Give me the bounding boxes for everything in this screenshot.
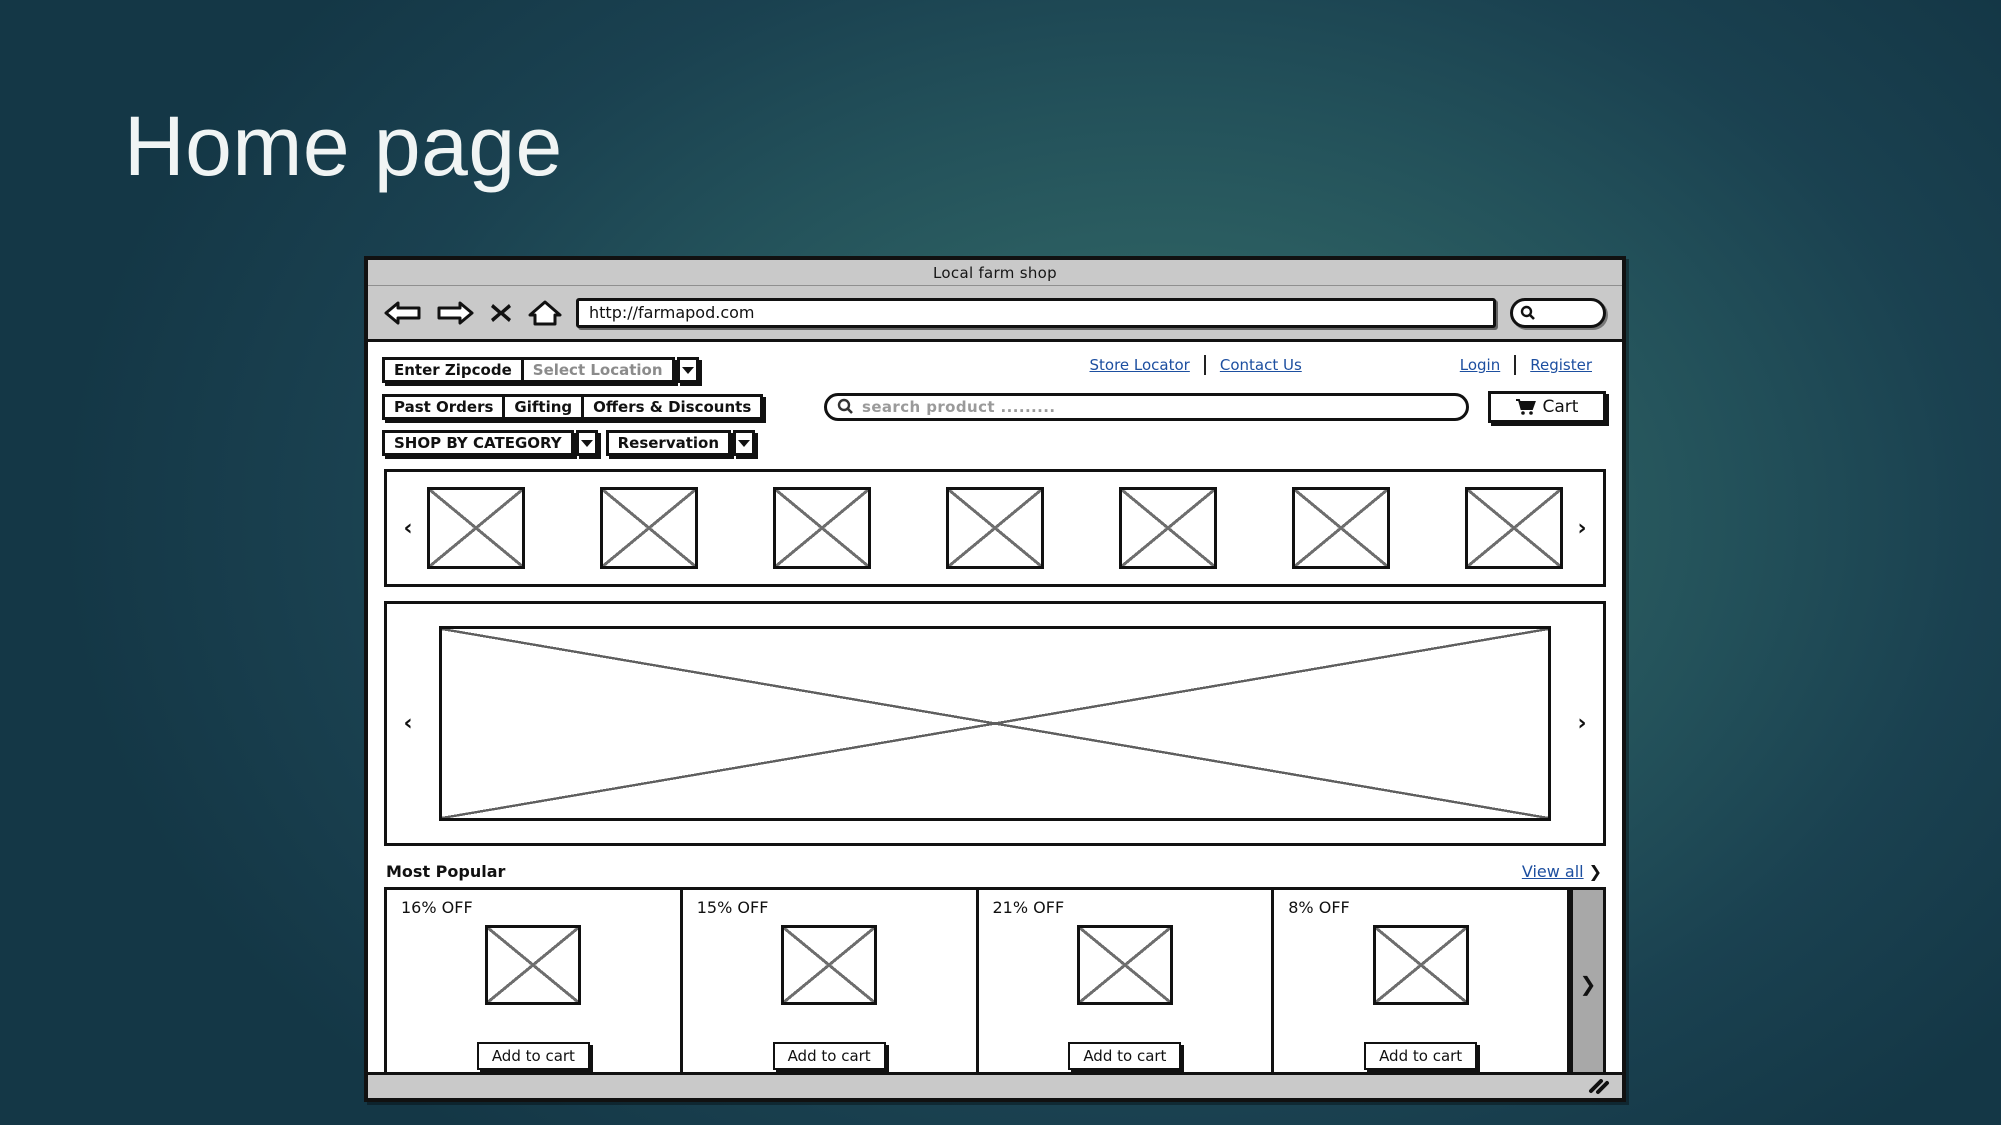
thumbnail-track: [421, 487, 1569, 569]
search-input[interactable]: search product .........: [824, 392, 1469, 421]
url-address-bar[interactable]: http://farmapod.com: [576, 297, 1496, 328]
product-card[interactable]: 21% OFF Add to cart: [979, 890, 1275, 1072]
thumbnail-carousel: ‹ ›: [384, 469, 1606, 587]
webpage-viewport: Enter Zipcode Select Location Store Loca…: [368, 345, 1622, 1072]
past-orders-button[interactable]: Past Orders: [382, 393, 506, 420]
primary-nav-bar: Past Orders Gifting Offers & Discounts s…: [376, 385, 1614, 423]
browser-toolbar: http://farmapod.com: [368, 286, 1622, 342]
zipcode-group: Enter Zipcode Select Location: [382, 357, 699, 383]
discount-badge: 21% OFF: [992, 898, 1065, 917]
url-text: http://farmapod.com: [589, 303, 755, 322]
link-login[interactable]: Login: [1446, 356, 1514, 374]
enter-zipcode-button[interactable]: Enter Zipcode: [382, 357, 524, 383]
discount-badge: 16% OFF: [401, 898, 473, 917]
hero-prev-button[interactable]: ‹: [395, 711, 421, 736]
select-location-chevron-down-icon[interactable]: [676, 357, 699, 383]
most-popular-product-strip: 16% OFF Add to cart 15% OFF Add to cart …: [384, 887, 1606, 1072]
browser-window-mockup: Local farm shop http://farmapod.com Ente…: [364, 256, 1626, 1102]
link-register[interactable]: Register: [1516, 356, 1606, 374]
select-location-field[interactable]: Select Location: [520, 357, 675, 383]
carousel-thumbnail[interactable]: [946, 487, 1044, 569]
carousel-prev-button[interactable]: ‹: [395, 516, 421, 541]
forward-arrow-icon[interactable]: [436, 300, 474, 326]
add-to-cart-button[interactable]: Add to cart: [1364, 1042, 1478, 1070]
carousel-thumbnail[interactable]: [427, 487, 525, 569]
carousel-thumbnail[interactable]: [1465, 487, 1563, 569]
hero-banner-carousel: ‹ ›: [384, 601, 1606, 846]
product-card[interactable]: 15% OFF Add to cart: [683, 890, 979, 1072]
add-to-cart-button[interactable]: Add to cart: [772, 1042, 886, 1070]
hero-next-button[interactable]: ›: [1569, 711, 1595, 736]
shopping-cart-icon: [1515, 398, 1536, 415]
discount-badge: 8% OFF: [1288, 898, 1350, 917]
reservation-chevron-down-icon[interactable]: [733, 430, 756, 456]
product-image-placeholder[interactable]: [781, 925, 878, 1005]
reservation-button[interactable]: Reservation: [605, 430, 732, 456]
add-to-cart-button[interactable]: Add to cart: [1068, 1042, 1182, 1070]
account-links: Store Locator Contact Us Login Register: [1075, 355, 1606, 375]
most-popular-title: Most Popular: [386, 862, 506, 881]
link-contact-us[interactable]: Contact Us: [1206, 356, 1316, 374]
browser-search-box[interactable]: [1510, 297, 1606, 328]
gifting-button[interactable]: Gifting: [502, 393, 585, 420]
add-to-cart-button[interactable]: Add to cart: [476, 1042, 590, 1070]
view-all-label: View all: [1521, 862, 1584, 881]
close-x-icon[interactable]: [488, 300, 514, 326]
cart-button[interactable]: Cart: [1488, 390, 1606, 423]
discount-badge: 15% OFF: [696, 898, 769, 917]
view-all-link[interactable]: View all ❯: [1522, 862, 1602, 881]
carousel-thumbnail[interactable]: [1292, 487, 1390, 569]
cart-label: Cart: [1542, 396, 1579, 417]
carousel-thumbnail[interactable]: [600, 487, 698, 569]
most-popular-header: Most Popular View all ❯: [386, 862, 1602, 881]
product-card[interactable]: 16% OFF Add to cart: [384, 890, 683, 1072]
resize-grip-icon[interactable]: [1588, 1078, 1612, 1095]
browser-status-bar: [368, 1072, 1622, 1098]
product-card[interactable]: 8% OFF Add to cart: [1274, 890, 1570, 1072]
search-icon: [837, 398, 853, 414]
browser-title-bar: Local farm shop: [368, 260, 1622, 286]
offers-discounts-button[interactable]: Offers & Discounts: [581, 393, 764, 420]
home-icon[interactable]: [528, 299, 562, 327]
browser-window-title: Local farm shop: [933, 263, 1057, 282]
chevron-right-icon: ❯: [1588, 862, 1602, 881]
hero-image-placeholder[interactable]: [439, 626, 1551, 821]
product-image-placeholder[interactable]: [1372, 925, 1469, 1005]
carousel-thumbnail[interactable]: [773, 487, 871, 569]
utility-bar: Enter Zipcode Select Location Store Loca…: [376, 351, 1614, 385]
slide-title: Home page: [124, 99, 563, 193]
carousel-thumbnail[interactable]: [1119, 487, 1217, 569]
product-image-placeholder[interactable]: [1076, 925, 1173, 1005]
most-popular-next-button[interactable]: ❯: [1570, 890, 1606, 1072]
category-bar: SHOP BY CATEGORY Reservation: [376, 421, 1614, 457]
shop-by-category-button[interactable]: SHOP BY CATEGORY: [382, 430, 574, 456]
shop-by-category-chevron-down-icon[interactable]: [575, 430, 598, 456]
quick-links-group: Past Orders Gifting Offers & Discounts: [382, 393, 764, 420]
product-image-placeholder[interactable]: [485, 925, 582, 1005]
search-icon: [1520, 305, 1535, 320]
carousel-next-button[interactable]: ›: [1569, 516, 1595, 541]
link-store-locator[interactable]: Store Locator: [1075, 356, 1203, 374]
search-placeholder-text: search product .........: [862, 397, 1056, 416]
back-arrow-icon[interactable]: [384, 300, 422, 326]
